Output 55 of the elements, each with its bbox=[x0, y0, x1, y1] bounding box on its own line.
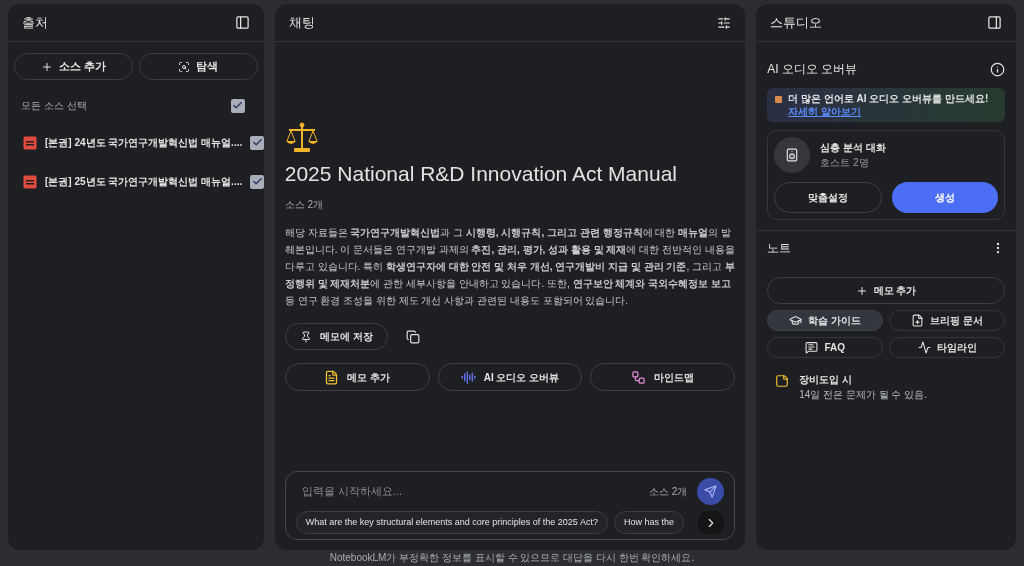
summary-text: 해당 자료들은 국가연구개발혁신법과 그 시행령, 시행규칙, 그리고 관련 행정규칙에 대한 매뉴얼의 발췌본입니다. 이 문서들은 연구개발 과제의 추진, 관리, 평가, 성과 활용 및 제재에 대한 전반적인 내용을 다루고 있습니다. 특히 학생연구자에 대한 안전 및 처우 개선, 연구개발비 지급 및 관리 기준, 그리고 부정행위 및 제재처분에 관한 세부사항을 안내하고 있습니다. 또한, 연구보안 체계와 국외수혜정보 보고 등 연구 환경 조성을 위한 제도 개선 사항과 관련된 내용도 포함되어 있습니다. bbox=[284, 226, 736, 309]
speaker-icon bbox=[785, 148, 800, 162]
next-button[interactable] bbox=[698, 511, 725, 534]
settings-icon[interactable] bbox=[717, 15, 732, 30]
copy-icon[interactable] bbox=[405, 329, 420, 344]
add-note-button[interactable]: 메모 추가 bbox=[767, 277, 1005, 304]
banner-text: 더 많은 언어로 AI 오디오 오버뷰를 만드세요! 자세히 알아보기 bbox=[788, 92, 990, 118]
section-title: 노트 bbox=[767, 240, 792, 257]
note-subtitle: 14일 전은 문제가 될 수 있음. bbox=[799, 388, 928, 402]
suggestion-chip[interactable]: How has the bbox=[613, 511, 684, 534]
sidebar-toggle-icon[interactable] bbox=[987, 15, 1002, 30]
check-icon bbox=[232, 100, 244, 111]
section-title: AI 오디오 오버뷰 bbox=[767, 61, 858, 78]
checkbox[interactable] bbox=[250, 174, 264, 189]
document-icon bbox=[911, 314, 925, 327]
pin-icon bbox=[299, 330, 312, 343]
source-count: 소스 2개 bbox=[284, 198, 325, 213]
source-title[interactable]: [본권] 25년도 국가연구개발혁신법 매뉴얼.... bbox=[45, 174, 243, 189]
card-subtitle: 호스트 2명 bbox=[820, 156, 870, 170]
send-button[interactable] bbox=[697, 478, 725, 505]
pdf-icon bbox=[23, 174, 37, 189]
info-icon[interactable] bbox=[990, 61, 1005, 77]
source-count: 소스 2개 bbox=[648, 485, 688, 499]
learn-more-link[interactable]: 자세히 알아보기 bbox=[788, 106, 862, 117]
panel-title: 스튜디오 bbox=[770, 13, 823, 32]
note-title[interactable]: 장비도입 시 bbox=[799, 372, 928, 387]
select-all-label: 모든 소스 선택 bbox=[21, 99, 87, 113]
card-title: 심층 분석 대화 bbox=[820, 141, 886, 155]
note-icon bbox=[775, 374, 790, 388]
line-chart-icon bbox=[917, 341, 931, 354]
scales-icon bbox=[284, 121, 319, 154]
document-icon bbox=[324, 369, 340, 385]
graduation-cap-icon bbox=[789, 314, 803, 327]
generate-button[interactable]: 생성 bbox=[892, 182, 998, 213]
notebook-title: 2025 National R&D Innovation Act Manual bbox=[284, 160, 678, 187]
checkbox[interactable] bbox=[250, 135, 264, 150]
plus-icon bbox=[855, 284, 868, 297]
panel-title: 출처 bbox=[22, 13, 48, 32]
chat-input-field[interactable]: 입력을 시작하세요... bbox=[295, 483, 639, 500]
tool-button[interactable]: 학습 가이드 bbox=[767, 310, 884, 331]
suggestion-chip[interactable]: What are the key structural elements and core principles of the 2025 Act? bbox=[295, 511, 608, 534]
check-icon bbox=[251, 176, 263, 187]
panel-title: 채팅 bbox=[288, 13, 315, 32]
source-title[interactable]: [본권] 24년도 국가연구개발혁신법 매뉴얼.... bbox=[45, 135, 243, 150]
search-icon bbox=[178, 60, 191, 73]
send-icon bbox=[704, 485, 718, 498]
pdf-icon bbox=[23, 135, 37, 150]
sidebar-toggle-icon[interactable] bbox=[234, 15, 250, 30]
audio-wave-icon bbox=[460, 369, 476, 385]
checkbox[interactable] bbox=[230, 98, 245, 113]
check-icon bbox=[251, 137, 263, 148]
disclaimer-text: NotebookLM가 부정확한 정보를 표시할 수 있으므로 대답을 다시 한번 확인하세요. bbox=[329, 552, 695, 564]
plus-icon bbox=[40, 60, 53, 73]
message-icon bbox=[805, 341, 819, 354]
mind-map-icon bbox=[631, 369, 647, 385]
